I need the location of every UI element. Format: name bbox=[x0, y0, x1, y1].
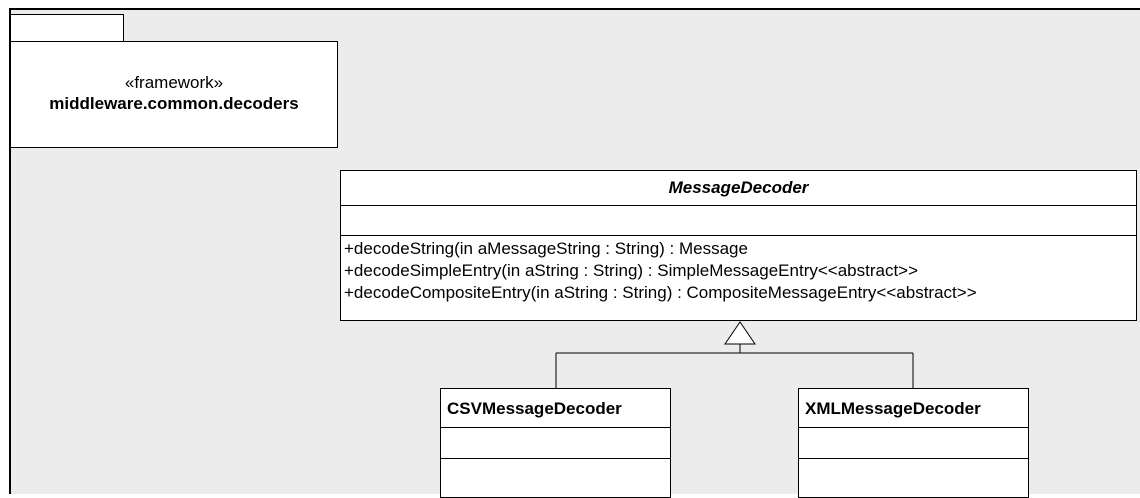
package-name: middleware.common.decoders bbox=[49, 94, 299, 113]
class-message-decoder[interactable]: MessageDecoder +decodeString(in aMessage… bbox=[340, 170, 1137, 321]
class-attributes-compartment bbox=[799, 428, 1028, 459]
operation: +decodeSimpleEntry(in aString : String) … bbox=[344, 261, 919, 280]
package-stereotype: «framework» bbox=[124, 73, 224, 92]
class-name: XMLMessageDecoder bbox=[799, 389, 1028, 428]
operation: +decodeCompositeEntry(in aString : Strin… bbox=[344, 283, 977, 302]
class-xml-message-decoder[interactable]: XMLMessageDecoder bbox=[798, 388, 1029, 498]
package-tab bbox=[10, 14, 124, 42]
class-attributes-compartment bbox=[341, 206, 1136, 236]
class-attributes-compartment bbox=[441, 428, 670, 459]
package-box[interactable]: «framework» middleware.common.decoders bbox=[10, 41, 338, 148]
class-name: MessageDecoder bbox=[341, 171, 1136, 206]
operation: +decodeString(in aMessageString : String… bbox=[344, 239, 748, 258]
class-operations-compartment: +decodeString(in aMessageString : String… bbox=[341, 236, 1136, 304]
class-name: CSVMessageDecoder bbox=[441, 389, 670, 428]
class-csv-message-decoder[interactable]: CSVMessageDecoder bbox=[440, 388, 671, 498]
